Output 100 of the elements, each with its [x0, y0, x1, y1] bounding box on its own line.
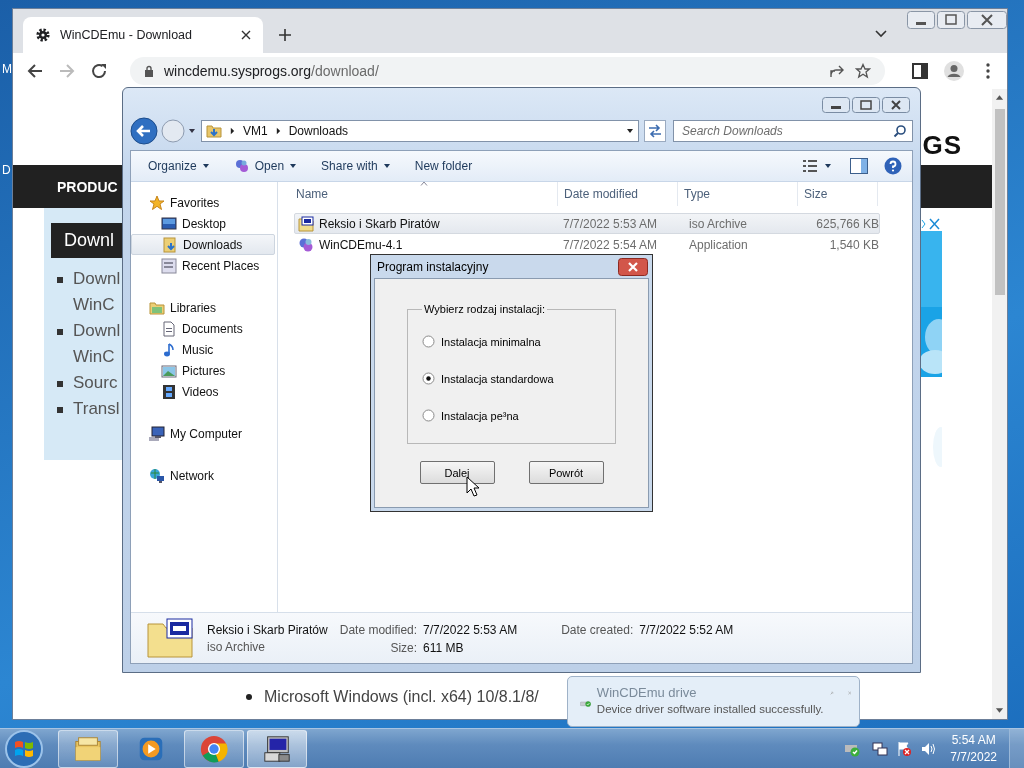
list-item: Microsoft Windows (incl. x64) 10/8.1/8/ — [264, 688, 539, 706]
side-panel-icon[interactable] — [911, 62, 929, 80]
reload-icon[interactable] — [90, 62, 108, 80]
file-name: Reksio i Skarb Piratów — [207, 622, 328, 637]
close-icon[interactable] — [967, 11, 1007, 29]
radio-button[interactable] — [422, 409, 435, 422]
nav-icon — [161, 257, 177, 274]
bullet-icon — [246, 694, 252, 700]
size-cell-text: 1,540 KB — [828, 237, 879, 252]
size-cell-text: 625,766 KB — [815, 216, 879, 231]
view-list-icon[interactable] — [802, 158, 818, 174]
browser-tab[interactable]: WinCDEmu - Download — [23, 17, 263, 53]
column-header[interactable]: Name — [296, 182, 558, 206]
new-tab-icon[interactable] — [278, 28, 292, 42]
caret-icon[interactable] — [824, 163, 832, 169]
nav-item[interactable]: Recent Places — [131, 255, 275, 276]
nav-item[interactable]: Videos — [131, 381, 275, 402]
network-icon[interactable] — [872, 740, 889, 757]
nav-item[interactable]: Libraries — [131, 297, 277, 318]
nav-item[interactable]: Desktop — [131, 213, 275, 234]
scroll-up-icon[interactable] — [995, 93, 1004, 101]
nav-item[interactable]: Documents — [131, 318, 275, 339]
address-bar[interactable]: wincdemu.sysprogs.org/download/ — [130, 57, 885, 85]
download-link[interactable]: Transl — [73, 396, 120, 422]
nav-item[interactable]: Pictures — [131, 360, 275, 381]
column-header[interactable]: Date modified — [558, 182, 678, 206]
toolbar-button[interactable]: Share with — [312, 155, 400, 177]
download-link[interactable]: Downl — [73, 266, 121, 292]
maximize-icon[interactable] — [852, 97, 880, 113]
nav-icon — [149, 299, 165, 316]
nav-item[interactable]: Network — [131, 465, 277, 486]
nav-item[interactable]: Music — [131, 339, 275, 360]
chevron-right-icon[interactable] — [230, 127, 235, 135]
breadcrumb-item[interactable]: Downloads — [288, 124, 349, 138]
minimize-icon[interactable] — [822, 97, 850, 113]
toolbar-button[interactable]: Open — [224, 154, 307, 178]
search-field[interactable]: Search Downloads — [673, 120, 913, 142]
toolbar-button[interactable]: New folder — [405, 155, 482, 177]
site-logo[interactable]: GS — [922, 130, 962, 161]
dialog-button[interactable]: Powrót — [528, 461, 604, 484]
desktop-icon-label[interactable]: D — [2, 163, 11, 177]
column-header[interactable]: Size — [798, 182, 878, 206]
back-button-icon[interactable] — [130, 117, 158, 145]
flag-icon[interactable] — [896, 740, 913, 757]
desktop-icon-label[interactable]: M — [2, 62, 12, 76]
dialog-button[interactable]: Dalej — [419, 461, 495, 484]
chevron-down-icon[interactable] — [875, 30, 887, 38]
file-icon — [147, 618, 193, 658]
help-icon[interactable] — [884, 157, 902, 175]
close-icon[interactable] — [618, 257, 648, 276]
property-value: 7/7/2022 5:53 AM — [423, 622, 518, 637]
back-arrow-icon[interactable] — [26, 62, 44, 80]
bullet-icon — [57, 381, 63, 387]
share-icon[interactable] — [829, 63, 845, 79]
scrollbar[interactable] — [992, 89, 1007, 719]
nav-link[interactable]: PRODUC — [57, 178, 118, 195]
file-icon — [298, 215, 314, 232]
nav-item[interactable]: Favorites — [131, 192, 277, 213]
breadcrumb-item[interactable]: VM1 — [243, 124, 268, 138]
refresh-icon[interactable] — [644, 120, 666, 142]
scrollbar-thumb[interactable] — [994, 109, 1005, 295]
notification-title: WinCDEmu drive — [596, 685, 698, 700]
download-link[interactable]: Sourc — [73, 370, 118, 396]
download-link[interactable]: WinC — [73, 344, 121, 370]
nav-item[interactable]: My Computer — [131, 423, 277, 444]
nav-item[interactable]: Downloads — [131, 234, 275, 255]
maximize-icon[interactable] — [937, 11, 965, 29]
file-row[interactable]: Reksio i Skarb Piratów 7/7/2022 5:53 AM iso Archive 625,766 KB — [294, 213, 880, 234]
settings-icon — [35, 27, 51, 43]
property-value: 7/7/2022 5:52 AM — [639, 622, 734, 637]
caret-icon[interactable] — [626, 128, 634, 134]
taskbar-app[interactable] — [247, 729, 307, 768]
clock-date[interactable]: 7/7/2022 — [950, 750, 997, 764]
notification-message: Device driver software installed successfully. — [596, 703, 824, 715]
radio-label[interactable]: Instalacja pe³na — [441, 409, 519, 422]
chevron-right-icon[interactable] — [275, 127, 281, 135]
radio-label[interactable]: Instalacja standardowa — [441, 372, 554, 385]
radio-label[interactable]: Instalacja minimalna — [441, 335, 541, 348]
download-link[interactable]: WinC — [73, 292, 121, 318]
toolbar-button[interactable]: Organize — [139, 155, 219, 177]
radio-button[interactable] — [422, 372, 435, 385]
close-icon[interactable] — [241, 30, 251, 40]
profile-icon[interactable] — [943, 60, 965, 82]
star-icon[interactable] — [855, 63, 871, 79]
preview-pane-icon[interactable] — [850, 157, 868, 175]
radio-button[interactable] — [422, 335, 435, 348]
type-cell-text: Application — [688, 237, 749, 252]
ad-close-icon[interactable] — [921, 217, 942, 231]
scroll-down-icon[interactable] — [995, 707, 1004, 715]
bullet-icon — [57, 329, 63, 335]
type-cell-text: iso Archive — [688, 216, 749, 231]
nav-icon — [149, 425, 165, 442]
caret-icon[interactable] — [188, 128, 196, 134]
column-header[interactable]: Type — [678, 182, 798, 206]
file-row[interactable]: WinCDEmu-4.1 7/7/2022 5:54 AM Application 1,540 KB — [294, 234, 880, 255]
address-bar[interactable]: VM1 Downloads — [201, 120, 639, 142]
download-link[interactable]: Downl — [73, 318, 121, 344]
close-icon[interactable] — [882, 97, 910, 113]
minimize-icon[interactable] — [907, 11, 935, 29]
start-button-icon[interactable] — [4, 728, 44, 768]
